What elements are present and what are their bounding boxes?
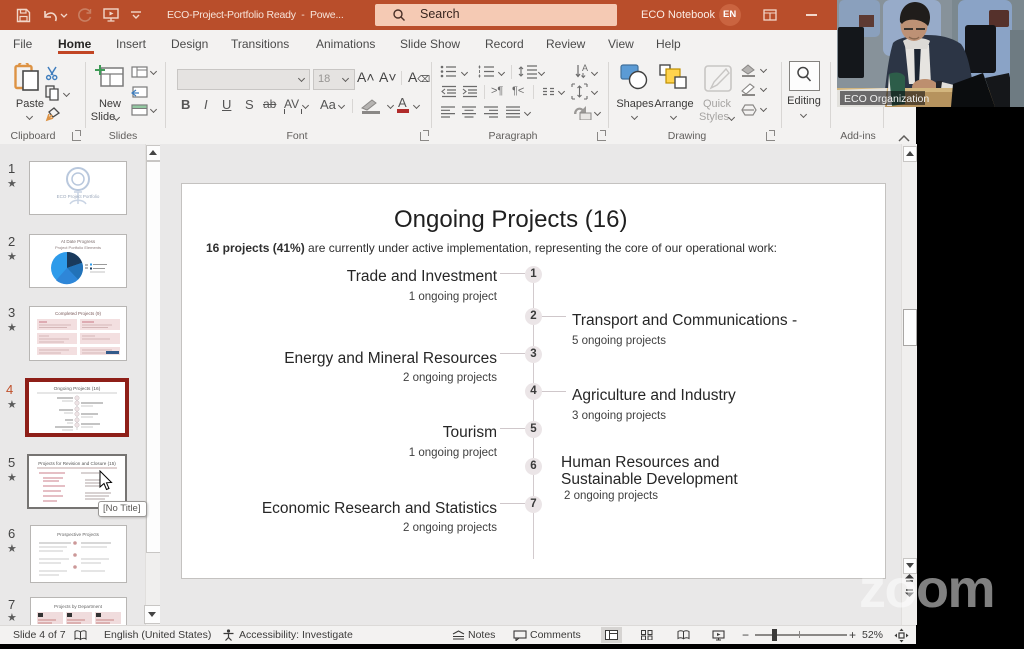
svg-text:ECO Project Portfolio: ECO Project Portfolio bbox=[57, 194, 100, 199]
svg-text:At Date Progress: At Date Progress bbox=[61, 239, 96, 244]
svg-text:Projects by Department: Projects by Department bbox=[54, 604, 103, 609]
svg-text:Projects for Revision and Clos: Projects for Revision and Closure (15) bbox=[38, 461, 116, 466]
svg-text:Completed Projects (9): Completed Projects (9) bbox=[55, 311, 102, 316]
svg-text:A: A bbox=[582, 63, 588, 73]
svg-text:Project Portfolio Elements: Project Portfolio Elements bbox=[55, 245, 101, 250]
svg-text:Prospective Projects: Prospective Projects bbox=[57, 532, 100, 537]
svg-text:Ongoing Projects (16): Ongoing Projects (16) bbox=[54, 386, 101, 392]
svg-text:ECO Organization: ECO Organization bbox=[844, 93, 929, 105]
